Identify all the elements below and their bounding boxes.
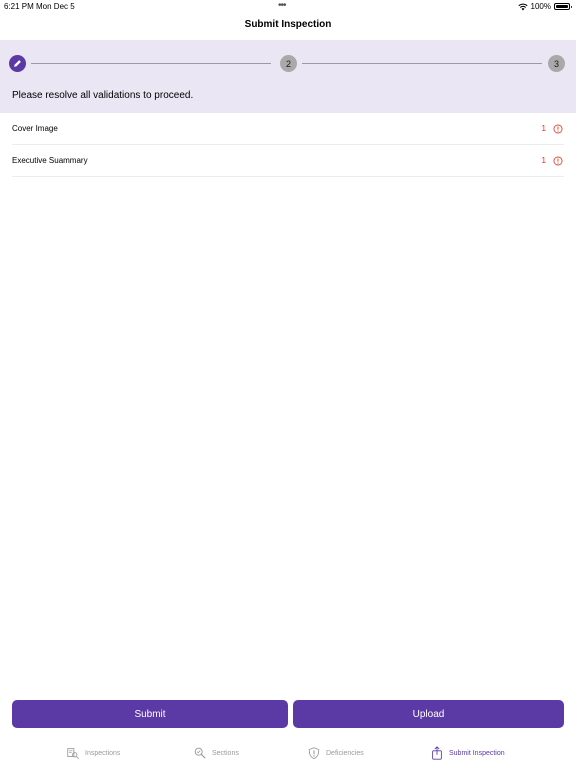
validation-label: Executive Suammary [12, 156, 88, 165]
validation-count: 1 [541, 124, 546, 133]
page-title: Submit Inspection [244, 19, 332, 30]
stepper: 2 3 Please resolve all validations to pr… [0, 40, 576, 113]
tab-deficiencies[interactable]: Deficiencies [307, 746, 364, 760]
sections-icon [194, 747, 206, 759]
tab-bar: Inspections Sections Deficiencies Submit… [0, 740, 576, 768]
step-1-current[interactable] [9, 55, 26, 72]
status-time: 6:21 PM [4, 2, 34, 11]
tab-label: Inspections [85, 749, 121, 757]
step-connector [31, 63, 271, 64]
alert-circle-icon [553, 156, 563, 165]
status-bar: 6:21 PM Mon Dec 5 ••• 100% [0, 0, 576, 12]
upload-icon [432, 746, 442, 760]
validation-label: Cover Image [12, 124, 58, 133]
pencil-icon [14, 60, 21, 67]
tab-label: Deficiencies [326, 749, 364, 757]
multitasking-dots[interactable]: ••• [278, 0, 286, 11]
tab-inspections[interactable]: Inspections [66, 746, 120, 760]
inspections-icon [67, 748, 79, 759]
step-3[interactable]: 3 [548, 55, 565, 72]
validation-message: Please resolve all validations to procee… [12, 90, 194, 101]
battery-percent: 100% [530, 2, 551, 11]
validation-row-executive-summary[interactable]: Executive Suammary 1 [12, 145, 564, 177]
tab-submit-inspection[interactable]: Submit Inspection [430, 746, 505, 760]
wifi-icon [517, 3, 528, 10]
validation-list: Cover Image 1 Executive Suammary 1 [12, 113, 564, 177]
validation-count: 1 [541, 156, 546, 165]
status-date: Mon Dec 5 [36, 2, 75, 11]
status-indicators: 100% [517, 2, 572, 11]
submit-button[interactable]: Submit [12, 700, 288, 728]
step-2[interactable]: 2 [280, 55, 297, 72]
tab-label: Sections [212, 749, 239, 757]
upload-button[interactable]: Upload [293, 700, 564, 728]
alert-circle-icon [553, 124, 563, 133]
battery-icon [554, 3, 572, 10]
tab-sections[interactable]: Sections [193, 746, 239, 760]
step-connector [302, 63, 542, 64]
deficiencies-icon [308, 747, 320, 760]
tab-label: Submit Inspection [449, 749, 505, 757]
validation-row-cover-image[interactable]: Cover Image 1 [12, 113, 564, 145]
